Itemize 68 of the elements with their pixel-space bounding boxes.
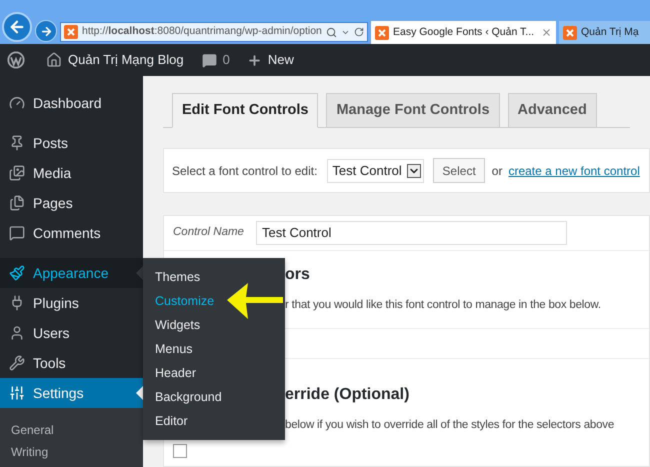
tab[interactable]: Advanced [508, 93, 597, 128]
sidebar-item[interactable]: Comments [0, 218, 143, 248]
flyout-item[interactable]: Background [143, 385, 285, 409]
flyout-item[interactable]: Widgets [143, 313, 285, 337]
or-text: or [492, 162, 502, 180]
section-heading: erride (Optional) [285, 385, 410, 405]
flyout-item[interactable]: Menus [143, 337, 285, 361]
close-icon[interactable] [541, 27, 552, 38]
section-description: r that you would like this font control to manage in the box below. [285, 298, 602, 313]
back-button[interactable] [2, 12, 32, 42]
section-heading: ors [285, 265, 311, 285]
override-checkbox[interactable] [173, 444, 187, 458]
sidebar-item[interactable]: Pages [0, 188, 143, 218]
gauge-icon [9, 95, 25, 111]
plus-icon[interactable] [246, 52, 262, 68]
images-icon [9, 165, 25, 181]
control-name-field[interactable]: Test Control [256, 221, 567, 245]
select-button[interactable]: Select [433, 158, 485, 183]
search-icon[interactable] [326, 26, 337, 38]
control-name-label: Control Name [173, 225, 245, 240]
flyout-item[interactable]: Customize [143, 289, 285, 313]
create-link[interactable]: create a new font control [508, 162, 640, 180]
home-icon [46, 52, 62, 68]
wordpress-logo-icon[interactable] [7, 51, 25, 69]
sidebar-item[interactable]: Appearance [0, 258, 143, 288]
flyout-item[interactable]: Themes [143, 265, 285, 289]
tab[interactable]: Edit Font Controls [172, 93, 318, 128]
tab-title: Easy Google Fonts ‹ Quản T... [393, 24, 536, 40]
sidebar-item[interactable]: Dashboard [0, 88, 143, 118]
address-field[interactable]: http://localhost:8080/quantrimang/wp-admin/option [60, 22, 368, 42]
site-name-link[interactable]: Quản Trị Mạng Blog [68, 50, 184, 70]
sidebar-item[interactable]: Users [0, 318, 143, 348]
forward-button[interactable] [35, 20, 57, 42]
speech-bubble-icon [9, 225, 25, 241]
wrench-icon [9, 355, 25, 371]
refresh-icon[interactable] [354, 27, 364, 37]
sidebar-item[interactable]: Plugins [0, 288, 143, 318]
pointer-arrow [226, 282, 284, 320]
font-control-select[interactable]: Test Control [327, 158, 424, 182]
paintbrush-icon [9, 265, 25, 281]
submenu-item[interactable]: General [0, 419, 143, 441]
sidebar-item[interactable]: Settings [0, 378, 143, 408]
user-icon [9, 325, 25, 341]
pin-icon [9, 135, 25, 151]
sidebar-item[interactable]: Tools [0, 348, 143, 378]
sidebar-item[interactable]: Posts [0, 128, 143, 158]
comment-count: 0 [222, 51, 230, 70]
selector-label: Select a font control to edit: [172, 162, 318, 180]
flyout-item[interactable]: Editor [143, 409, 285, 433]
flyout-item[interactable]: Header [143, 361, 285, 385]
sidebar-item[interactable]: Media [0, 158, 143, 188]
current-pointer [136, 386, 143, 400]
tab-title: Quản Trị Mạ [581, 24, 640, 40]
forward-arrow-icon [40, 24, 52, 38]
favicon-icon [375, 26, 389, 40]
pages-icon [9, 195, 25, 211]
tab[interactable]: Manage Font Controls [326, 93, 500, 128]
favicon-icon [64, 25, 78, 39]
browser-tab[interactable]: Easy Google Fonts ‹ Quản T... [371, 21, 556, 44]
sliders-icon [9, 385, 25, 401]
chevron-icon [407, 164, 422, 178]
section-description: below if you wish to override all of the styles for the selectors above [285, 418, 616, 433]
favicon-icon [563, 26, 577, 40]
comment-icon[interactable] [202, 52, 217, 68]
browser-tab[interactable]: Quản Trị Mạ [559, 21, 650, 44]
new-link[interactable]: New [268, 50, 294, 70]
address-text: http://localhost:8080/quantrimang/wp-admin/option [82, 24, 322, 40]
submenu-item[interactable]: Writing [0, 441, 143, 463]
